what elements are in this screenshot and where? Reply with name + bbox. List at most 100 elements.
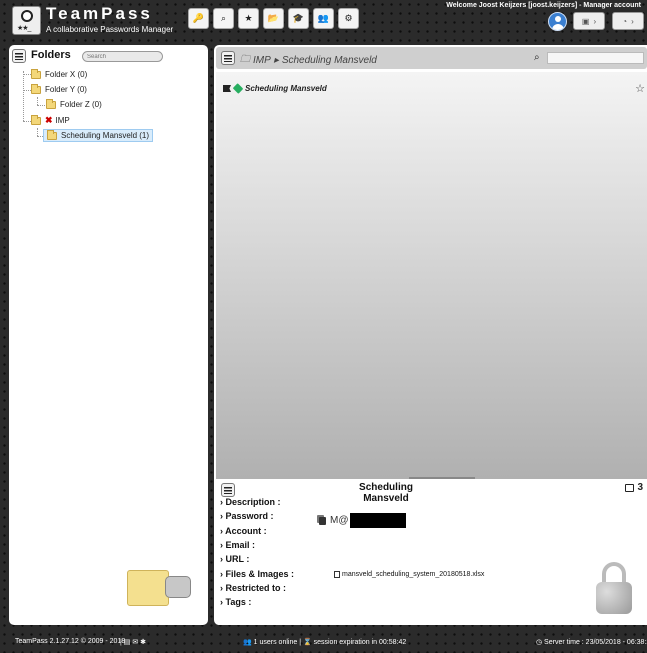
field-label: › Files & Images : xyxy=(220,569,295,579)
attachment-link[interactable]: mansveld_scheduling_system_20180518.xlsx xyxy=(334,571,484,578)
folder-label: Folder Y (0) xyxy=(45,85,87,94)
item-title: Scheduling Mansveld xyxy=(359,482,413,504)
teampass-logo: ★★_ xyxy=(12,6,41,35)
comments-count: 3 xyxy=(637,482,643,493)
folder-search-input[interactable] xyxy=(82,51,163,62)
items-panel: 🗀 IMP ▸ Scheduling Mansveld ⌕ Scheduling… xyxy=(214,45,647,625)
hamburger-icon xyxy=(224,486,232,494)
tree-connector xyxy=(23,90,31,91)
hamburger-icon xyxy=(224,54,232,62)
tree-connector xyxy=(23,121,31,122)
padlock-illustration xyxy=(596,562,632,614)
items-menu-button[interactable] xyxy=(221,51,235,65)
users-icon: 👥 xyxy=(317,13,330,23)
item-menu-button[interactable] xyxy=(221,483,235,497)
field-label: › Restricted to : xyxy=(220,583,287,593)
binoculars-icon: ⌕ xyxy=(220,13,227,23)
breadcrumb-item[interactable]: IMP xyxy=(253,55,271,66)
folder-icon xyxy=(31,83,41,94)
field-label: › Description : xyxy=(220,497,281,507)
folders-title: Folders xyxy=(31,49,71,61)
items-list: Scheduling Mansveld ☆ xyxy=(216,72,647,479)
binoculars-icon: ⌕ xyxy=(534,52,540,63)
folders-menu-button[interactable] xyxy=(12,49,26,63)
main-toolbar: 🔑 ⌕ ★ 📂 🎓 👥 ⚙ xyxy=(188,8,359,29)
comments-counter[interactable]: 3 xyxy=(625,482,643,493)
folder-node[interactable]: Folder X (0) xyxy=(31,68,87,81)
folder-node-selected[interactable]: Scheduling Mansveld (1) xyxy=(43,129,154,142)
find-button[interactable]: ⌕ xyxy=(213,8,234,29)
chevron-right-icon: › xyxy=(631,16,634,26)
folder-label: IMP xyxy=(55,116,70,125)
folder-node[interactable]: ✖ IMP xyxy=(31,114,70,127)
item-search-input[interactable] xyxy=(547,52,644,64)
file-icon xyxy=(334,571,340,578)
breadcrumb: 🗀 IMP ▸ Scheduling Mansveld xyxy=(240,52,377,69)
folder-icon xyxy=(46,98,56,109)
tree-connector xyxy=(37,128,38,136)
resize-handle[interactable] xyxy=(409,477,475,479)
flag-icon xyxy=(223,85,231,92)
folders-button[interactable]: 📂 xyxy=(263,8,284,29)
copy-icon[interactable] xyxy=(319,516,326,525)
item-label: Scheduling Mansveld xyxy=(245,84,327,93)
folder-icon xyxy=(31,114,41,125)
star-icon: ★ xyxy=(244,13,253,23)
tree-connector xyxy=(23,71,24,121)
folder-label: Folder X (0) xyxy=(45,70,88,79)
chevron-right-icon: › xyxy=(593,16,597,26)
password-value: M@ xyxy=(319,513,407,528)
lock-icon xyxy=(21,10,33,22)
field-label: › Password : xyxy=(220,511,274,521)
breadcrumb-bar: 🗀 IMP ▸ Scheduling Mansveld ⌕ xyxy=(216,47,647,69)
graduation-cap-icon: 🎓 xyxy=(292,13,305,23)
views-button[interactable]: ⚙ xyxy=(338,8,359,29)
version-text: TeamPass 2.1.27.12 © 2009 - 2018 xyxy=(15,638,126,645)
folder-node[interactable]: Folder Y (0) xyxy=(31,83,87,96)
welcome-text: Welcome Joost Keijzers [joost.keijzers] … xyxy=(446,2,641,9)
folder-outline-icon: 🗀 xyxy=(240,54,250,65)
folder-icon xyxy=(127,570,169,606)
app-header: ★★_ TeamPass A collaborative Passwords M… xyxy=(0,0,647,40)
item-detail-panel: Scheduling Mansveld 3 › Description : › … xyxy=(216,480,647,625)
folders-header: Folders xyxy=(12,48,202,65)
breadcrumb-item[interactable]: Scheduling Mansveld xyxy=(282,55,377,66)
tree-connector xyxy=(37,97,38,105)
folder-node[interactable]: Folder Z (0) xyxy=(46,98,102,111)
padlock-icon xyxy=(596,582,632,614)
field-label: › Tags : xyxy=(220,597,252,607)
folder-open-icon: 📂 xyxy=(267,13,280,23)
map-menu-button[interactable]: ▣ › xyxy=(573,12,605,30)
folder-icon xyxy=(47,129,57,140)
items-button[interactable]: 🔑 xyxy=(188,8,209,29)
field-label: › Email : xyxy=(220,540,256,550)
roles-button[interactable]: 🎓 xyxy=(288,8,309,29)
folders-panel: Folders Folder X (0) Folder Y (0) Folder… xyxy=(9,45,208,625)
hamburger-icon xyxy=(15,52,23,60)
field-label: › Account : xyxy=(220,526,267,536)
app-name: TeamPass xyxy=(46,4,153,23)
attachment-name: mansveld_scheduling_system_20180518.xlsx xyxy=(342,571,485,578)
tag-icon xyxy=(232,83,244,94)
avatar[interactable] xyxy=(548,12,567,31)
password-text: M@ xyxy=(330,515,349,526)
tree-connector xyxy=(37,105,45,106)
roles-icon: ⚙ xyxy=(344,13,353,23)
dashboard-icon: ◔ xyxy=(622,16,628,26)
app-tagline: A collaborative Passwords Manager xyxy=(46,25,174,34)
footer-icons[interactable]: | ▤ ✉ ✱ xyxy=(120,638,146,646)
list-item[interactable]: Scheduling Mansveld xyxy=(223,83,327,94)
favourites-button[interactable]: ★ xyxy=(238,8,259,29)
folder-icon xyxy=(31,68,41,79)
comment-icon xyxy=(625,483,635,492)
breadcrumb-separator: ▸ xyxy=(273,55,279,66)
session-info: 👥 1 users online | ⌛ session expiration … xyxy=(243,639,407,646)
folder-lock-illustration xyxy=(127,560,207,620)
lock-icon xyxy=(165,576,191,598)
favorite-star-icon[interactable]: ☆ xyxy=(635,82,645,95)
logo-stars: ★★_ xyxy=(17,25,31,32)
folder-label: Folder Z (0) xyxy=(60,100,102,109)
folder-label: Scheduling Mansveld (1) xyxy=(61,131,150,140)
users-button[interactable]: 👥 xyxy=(313,8,334,29)
dashboard-menu-button[interactable]: ◔ › xyxy=(612,12,644,30)
